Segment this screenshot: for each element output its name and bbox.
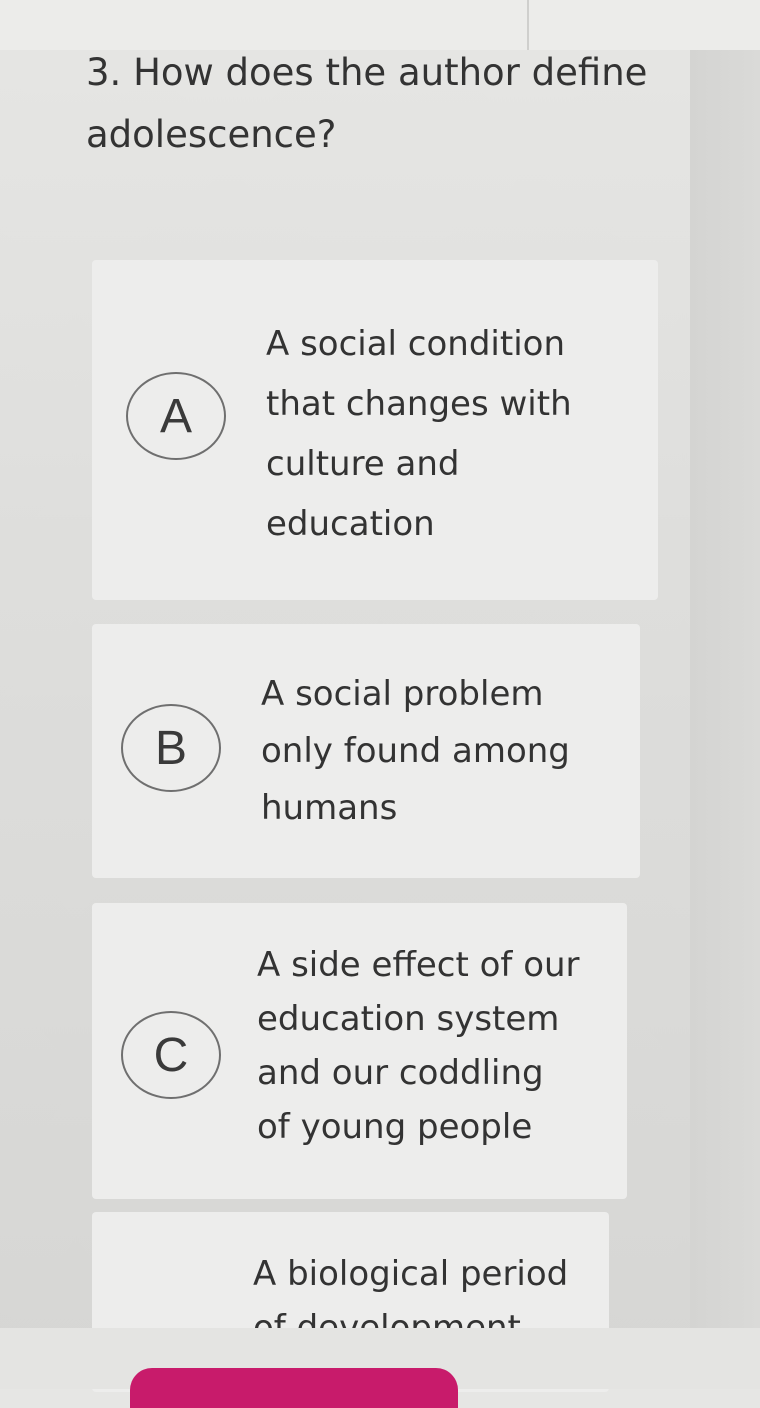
option-text-a: A social condition that changes with cul…	[266, 324, 572, 544]
option-text-c: A side effect of our education system an…	[257, 945, 580, 1147]
option-letter-a: A	[126, 372, 226, 460]
option-letter-b: B	[121, 704, 221, 792]
answer-option-b[interactable]: B A social problem only found among huma…	[92, 624, 640, 878]
option-letter-c: C	[121, 1011, 221, 1099]
submit-button[interactable]	[130, 1368, 458, 1408]
option-text-b: A social problem only found among humans	[261, 674, 570, 828]
right-margin	[690, 50, 760, 1389]
answer-option-c[interactable]: C A side effect of our education system …	[92, 903, 627, 1199]
answer-option-a[interactable]: A A social condition that changes with c…	[92, 260, 658, 600]
question-text: 3. How does the author define adolescenc…	[86, 51, 648, 156]
